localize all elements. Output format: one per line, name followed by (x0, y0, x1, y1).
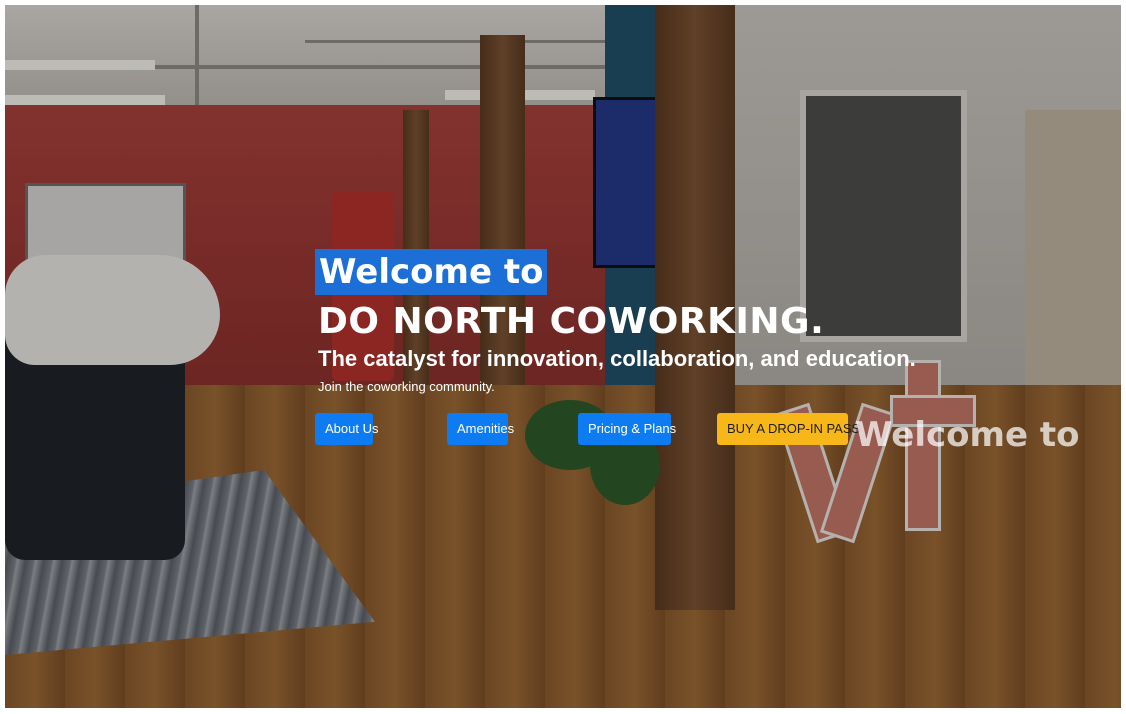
hero-subtitle: The catalyst for innovation, collaborati… (318, 346, 916, 371)
amenities-button[interactable]: Amenities (447, 413, 514, 445)
buy-drop-in-pass-button[interactable]: BUY A DROP-IN PASS (717, 413, 860, 445)
animated-welcome-text: Welcome to (855, 415, 1080, 455)
hero-welcome-heading: Welcome to (315, 249, 548, 295)
pricing-plans-button[interactable]: Pricing & Plans (578, 413, 676, 445)
about-us-button[interactable]: About Us (315, 413, 378, 445)
hero-tagline: Join the coworking community. (318, 379, 495, 394)
hero-title: DO NORTH COWORKING. (318, 301, 825, 342)
